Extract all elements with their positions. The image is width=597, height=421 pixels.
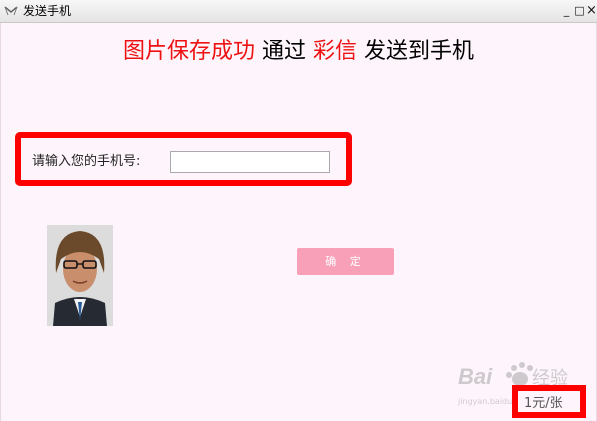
title-bar: 发送手机 _ □ × (0, 0, 597, 23)
person-photo (47, 225, 113, 326)
headline-mms-text: 彩信 (313, 39, 358, 64)
envelope-icon (4, 6, 18, 16)
minimize-button[interactable]: _ (560, 3, 573, 18)
window-title: 发送手机 (23, 4, 72, 18)
headline-saved-text: 图片保存成功 (122, 39, 255, 64)
phone-number-input[interactable] (170, 151, 330, 173)
close-button[interactable]: × (585, 3, 597, 18)
svg-text:Bai: Bai (458, 364, 493, 389)
phone-label: 请输入您的手机号: (32, 154, 141, 169)
page-headline: 图片保存成功 通过 彩信 发送到手机 (0, 37, 597, 67)
headline-via-text: 通过 (261, 39, 306, 64)
price-label: 1元/张 (524, 396, 563, 411)
headline-send-text: 发送到手机 (364, 39, 475, 64)
confirm-button[interactable]: 确 定 (297, 248, 394, 275)
